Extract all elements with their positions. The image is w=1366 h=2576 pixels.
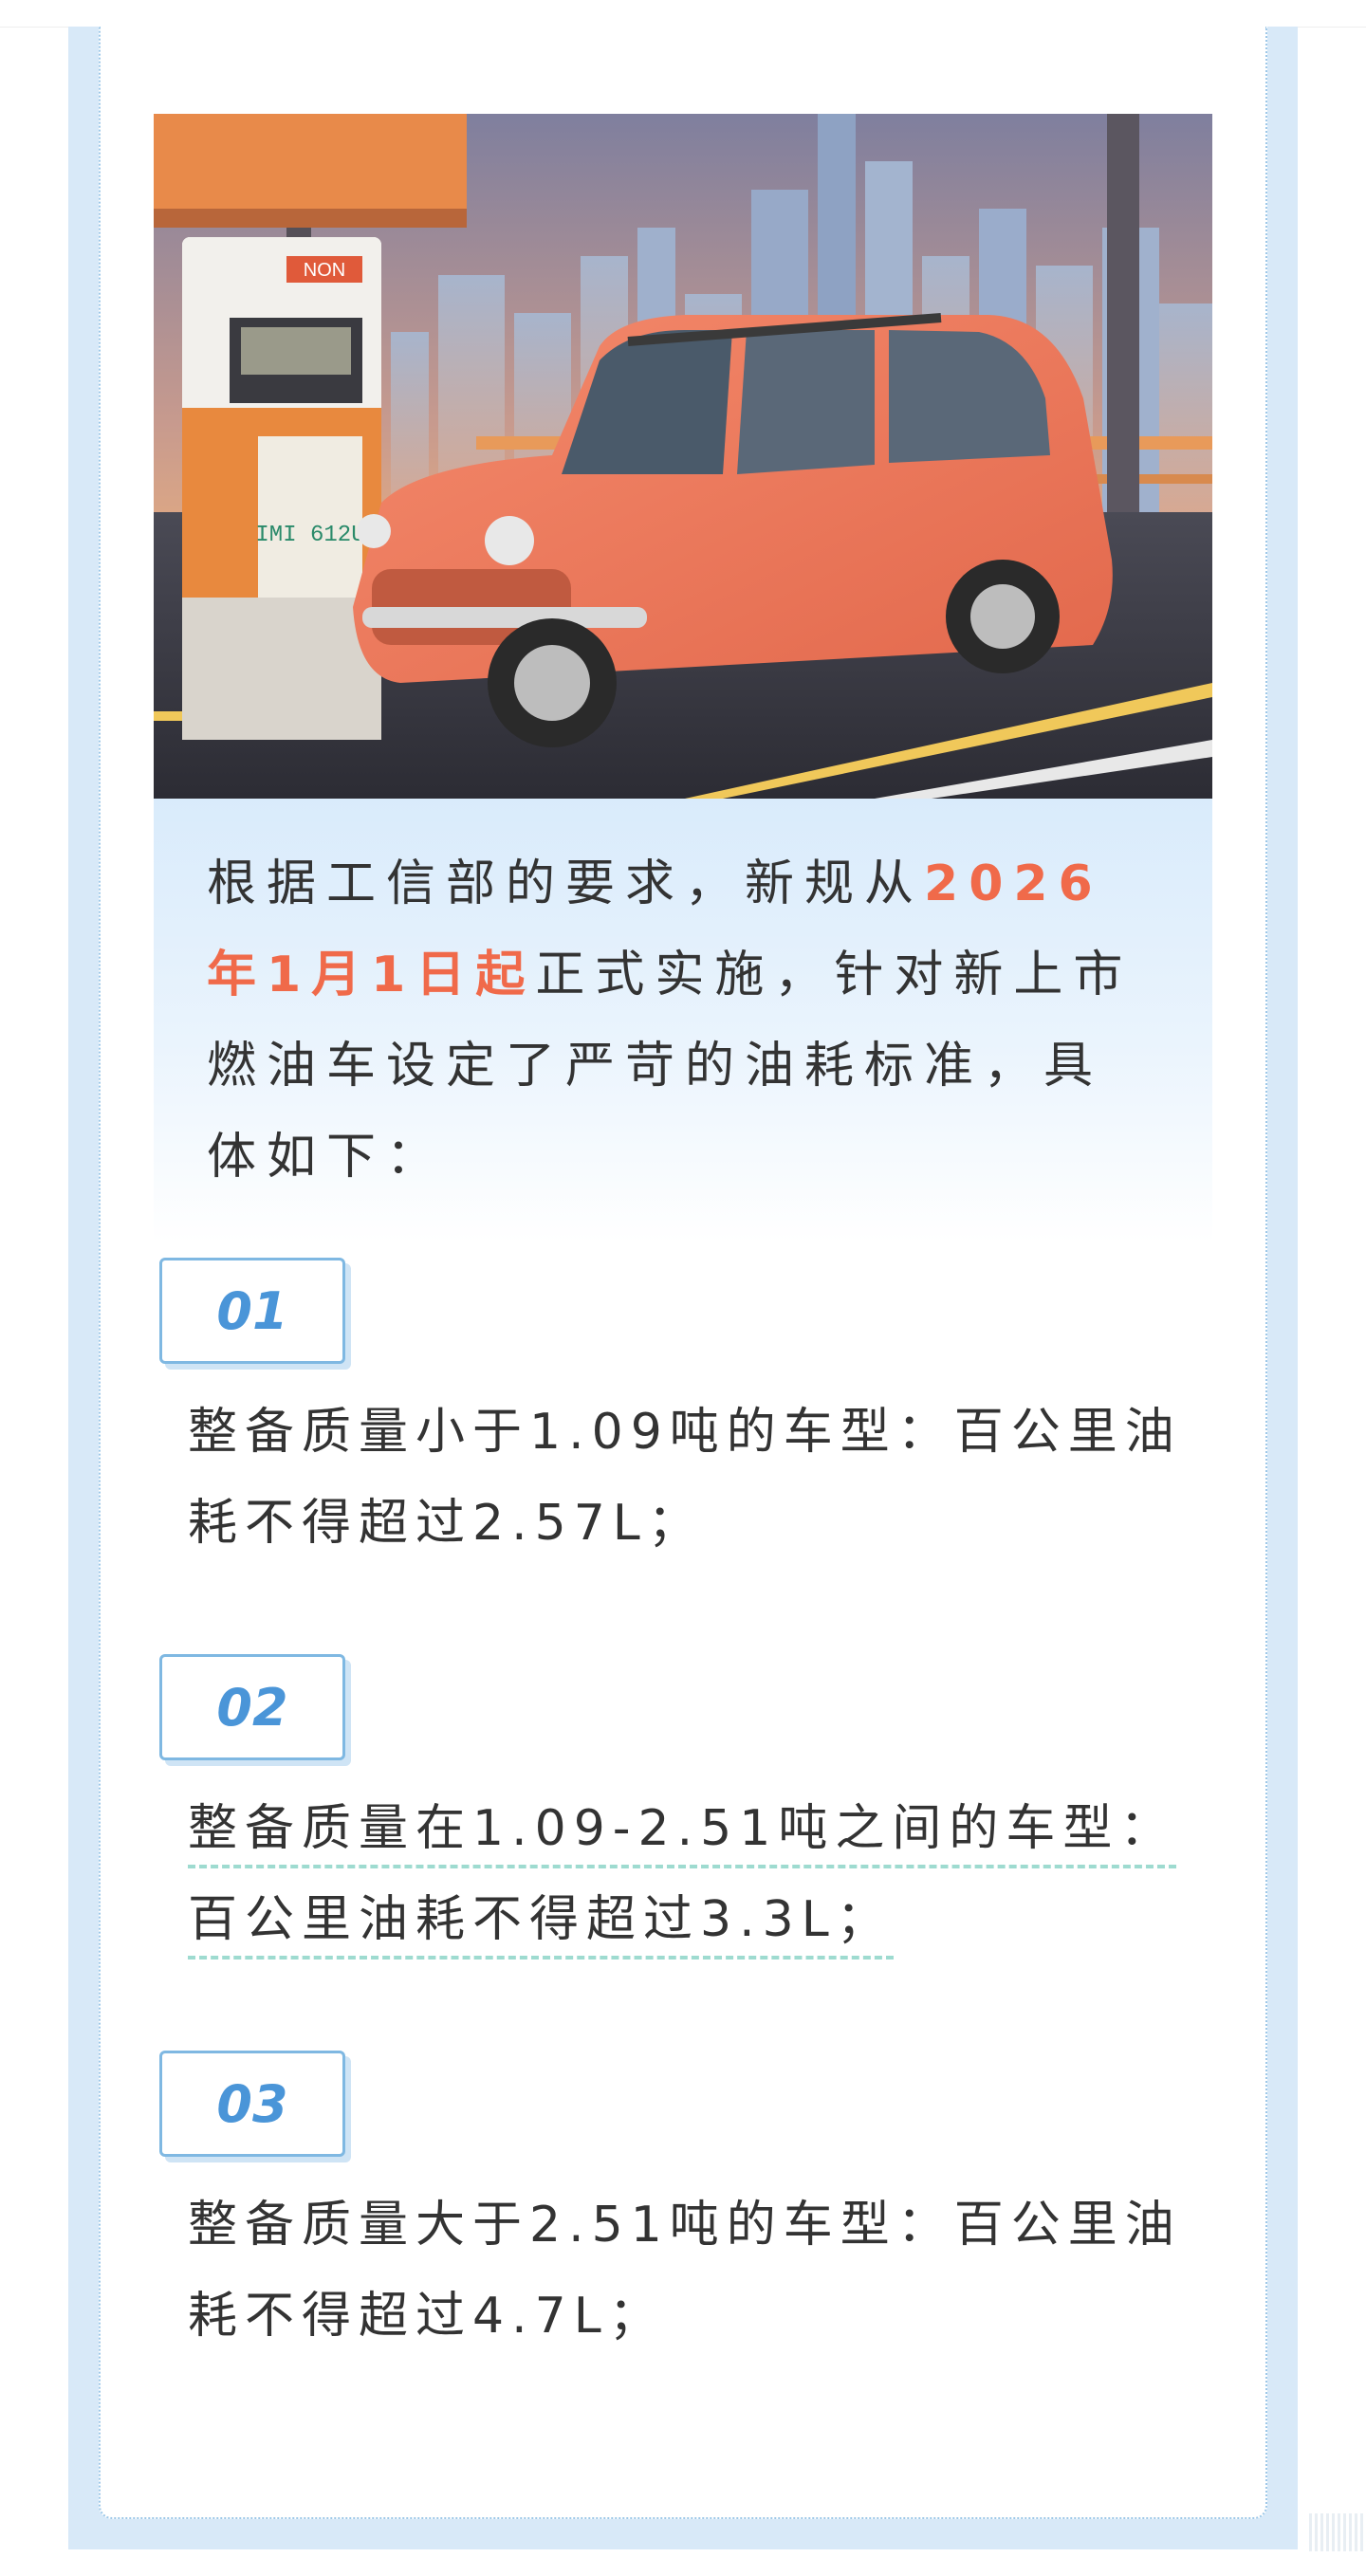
- intro-text-before: 根据工信部的要求，新规从: [207, 856, 925, 912]
- item-text-03: 整备质量大于2.51吨的车型：百公里油耗不得超过4.7L；: [188, 2197, 1182, 2345]
- item-text-01: 整备质量小于1.09吨的车型：百公里油耗不得超过2.57L；: [188, 1404, 1182, 1552]
- pump-sign-text: NON: [304, 260, 345, 281]
- top-bar: [0, 0, 1366, 28]
- item-text-02: 整备质量在1.09-2.51吨之间的车型： 百公里油耗不得超过3.3L；: [188, 1783, 1193, 1965]
- item-number-badge-02: 02: [159, 1654, 345, 1760]
- intro-box: 根据工信部的要求，新规从2026年1月1日起正式实施，针对新上市燃油车设定了严苛…: [154, 799, 1212, 1242]
- hero-image: NON IMI 612U: [154, 114, 1212, 799]
- item-number-badge-01: 01: [159, 1258, 345, 1364]
- pump-display-text: IMI 612U: [255, 523, 364, 548]
- item-number-badge-03: 03: [159, 2051, 345, 2157]
- intro-paragraph: 根据工信部的要求，新规从2026年1月1日起正式实施，针对新上市燃油车设定了严苛…: [207, 838, 1155, 1203]
- item-text-02-line2: 百公里油耗不得超过3.3L；: [188, 1891, 894, 1960]
- item-text-02-line1: 整备质量在1.09-2.51吨之间的车型：: [188, 1800, 1177, 1868]
- corner-decoration: [1309, 2513, 1366, 2551]
